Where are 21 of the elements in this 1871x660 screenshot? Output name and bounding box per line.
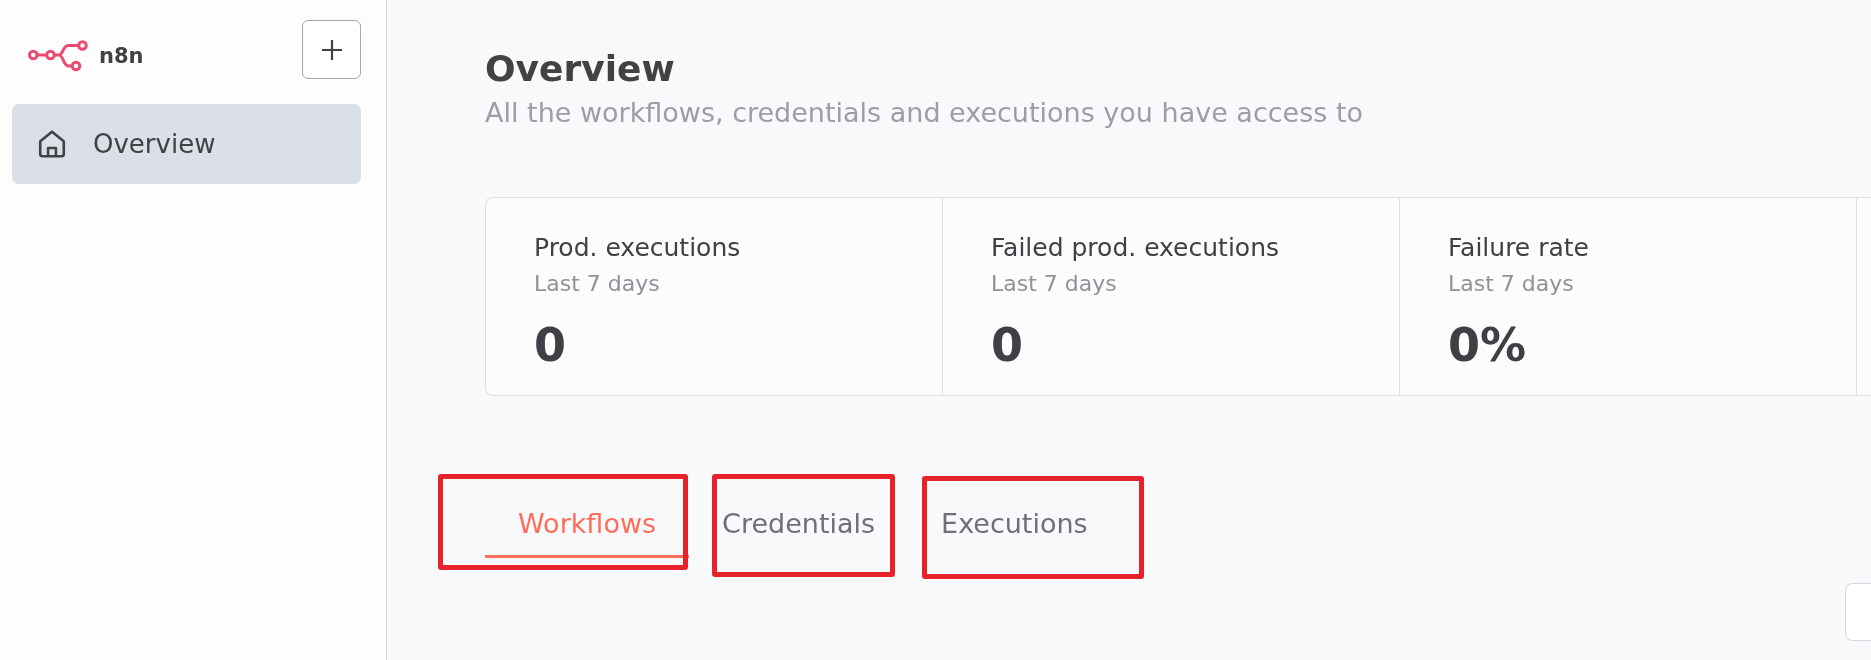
stat-label: Failure rate [1448, 232, 1590, 264]
nav-item[interactable]: Overview [12, 104, 361, 184]
stat-period: Last 7 days [991, 270, 1118, 298]
stat-label: Failed prod. executions [991, 232, 1280, 264]
stat-label: Prod. executions [534, 232, 742, 264]
input-field[interactable] [1845, 583, 1871, 641]
tab[interactable]: Executions [908, 496, 1121, 558]
home-icon [38, 130, 66, 158]
app-name: n8n [99, 43, 144, 69]
stat-period: Last 7 days [534, 270, 661, 298]
stat-value: 0 [991, 317, 1024, 373]
logo-icon [28, 40, 88, 72]
stat-value: 0 [534, 317, 567, 373]
page-subtitle: All the workflows, credentials and executions you have access to [485, 96, 1365, 130]
stat-value: 0% [1448, 317, 1528, 373]
tab[interactable]: Credentials [689, 496, 909, 558]
stat-period: Last 7 days [1448, 270, 1575, 298]
add-button[interactable] [302, 20, 361, 79]
tab[interactable]: Workflows [485, 496, 690, 558]
page-title: Overview [485, 47, 676, 91]
plus-icon [321, 39, 342, 60]
